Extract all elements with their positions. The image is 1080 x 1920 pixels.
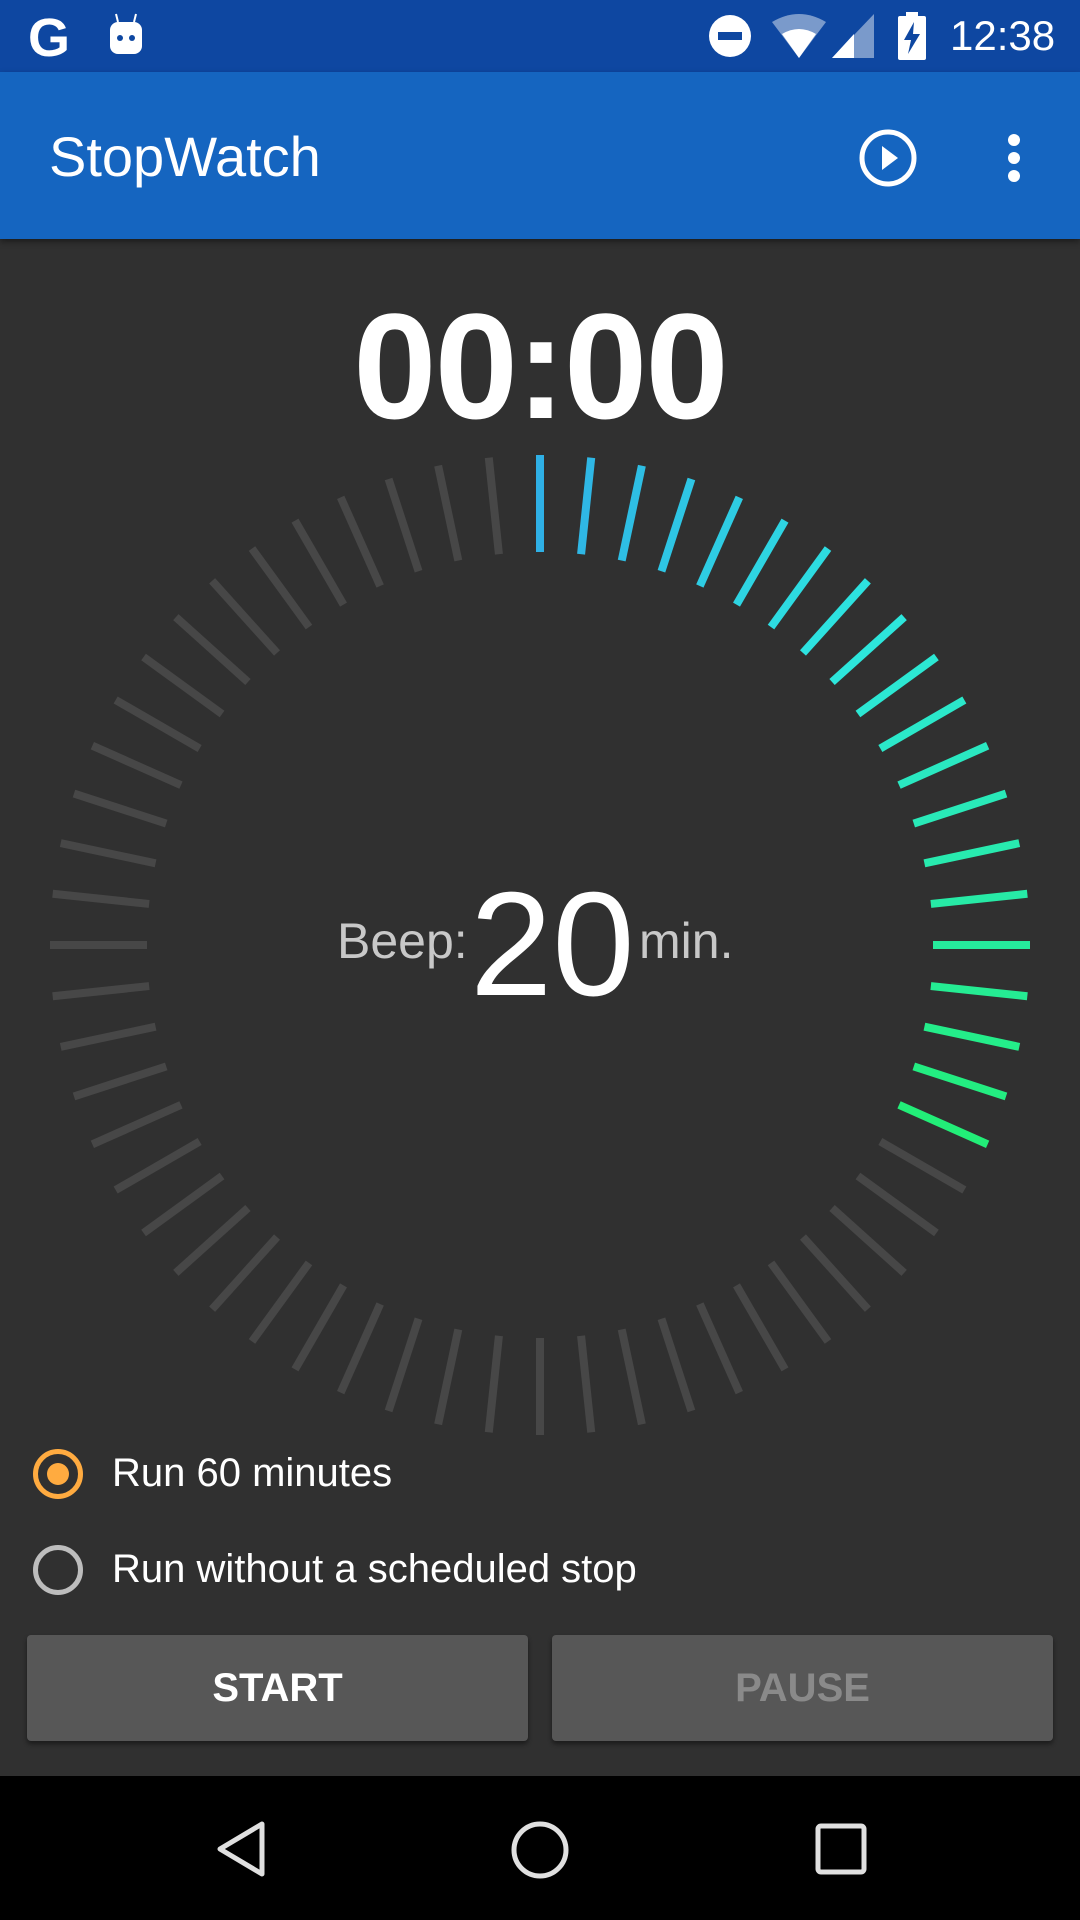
dial-tick [113, 696, 202, 752]
dial-tick [90, 1101, 183, 1148]
dial-tick [657, 1317, 696, 1413]
dial-tick [113, 1138, 202, 1194]
dial-tick [72, 789, 168, 828]
dial-tick-active [912, 1062, 1008, 1101]
dial-tick-active [617, 464, 646, 562]
nav-bar [0, 1776, 1080, 1920]
dial-tick [209, 578, 281, 656]
dial-tick-active [897, 742, 990, 789]
dial-tick [141, 653, 225, 718]
radio-selected[interactable] [33, 1449, 83, 1499]
dial-tick [141, 1172, 225, 1237]
dial-tick [52, 982, 150, 1001]
back-icon[interactable] [214, 1820, 270, 1878]
recents-icon[interactable] [814, 1822, 868, 1876]
dial-tick [384, 477, 423, 573]
dial-tick-active [878, 696, 967, 752]
dial-tick [248, 1260, 313, 1344]
dial-tick [829, 1204, 907, 1276]
dial-tick [90, 742, 183, 789]
dial-tick [291, 518, 347, 607]
dial-tick [173, 614, 251, 686]
dial-tick [291, 1283, 347, 1372]
dial-tick-active [930, 982, 1028, 1001]
dial-tick [767, 1260, 832, 1344]
beep-label: Beep: [337, 913, 468, 969]
dial-tick [52, 889, 150, 908]
dial-tick-active [923, 1022, 1021, 1051]
dial-tick [696, 1302, 743, 1395]
home-icon[interactable] [510, 1820, 570, 1880]
dial-tick [384, 1317, 423, 1413]
dial-tick-active [799, 578, 871, 656]
beep-unit: min. [639, 913, 734, 969]
dial-tick [799, 1234, 871, 1312]
dial-tick [209, 1234, 281, 1312]
dial-tick-active [733, 518, 789, 607]
dial-tick [484, 457, 503, 555]
dial-tick [434, 464, 463, 562]
dial-tick-active [923, 839, 1021, 868]
dial-tick-active [767, 546, 832, 630]
dial-tick [173, 1204, 251, 1276]
dial-tick [72, 1062, 168, 1101]
beep-value: 20 [470, 862, 635, 1027]
dial-tick-active [577, 457, 596, 555]
minute-dial[interactable] [0, 0, 1080, 1500]
dial-tick [434, 1328, 463, 1426]
option-label: Run without a scheduled stop [112, 1547, 637, 1591]
dial-tick [337, 495, 384, 588]
start-button[interactable]: START [27, 1635, 528, 1741]
dial-tick [59, 839, 157, 868]
dial-tick [577, 1335, 596, 1433]
dial-tick [248, 546, 313, 630]
dial-tick [484, 1335, 503, 1433]
radio-unselected[interactable] [33, 1545, 83, 1595]
dial-tick-active [855, 653, 939, 718]
dial-tick-active [912, 789, 1008, 828]
dial-tick [59, 1022, 157, 1051]
dial-tick-active [657, 477, 696, 573]
pause-button[interactable]: PAUSE [552, 1635, 1053, 1741]
dial-tick [878, 1138, 967, 1194]
dial-tick-active [897, 1101, 990, 1148]
dial-tick [855, 1172, 939, 1237]
dial-tick-active [930, 889, 1028, 908]
dial-tick-active [829, 614, 907, 686]
dial-tick [617, 1328, 646, 1426]
dial-tick [733, 1283, 789, 1372]
dial-tick [337, 1302, 384, 1395]
option-label: Run 60 minutes [112, 1451, 393, 1495]
dial-tick-active [696, 495, 743, 588]
